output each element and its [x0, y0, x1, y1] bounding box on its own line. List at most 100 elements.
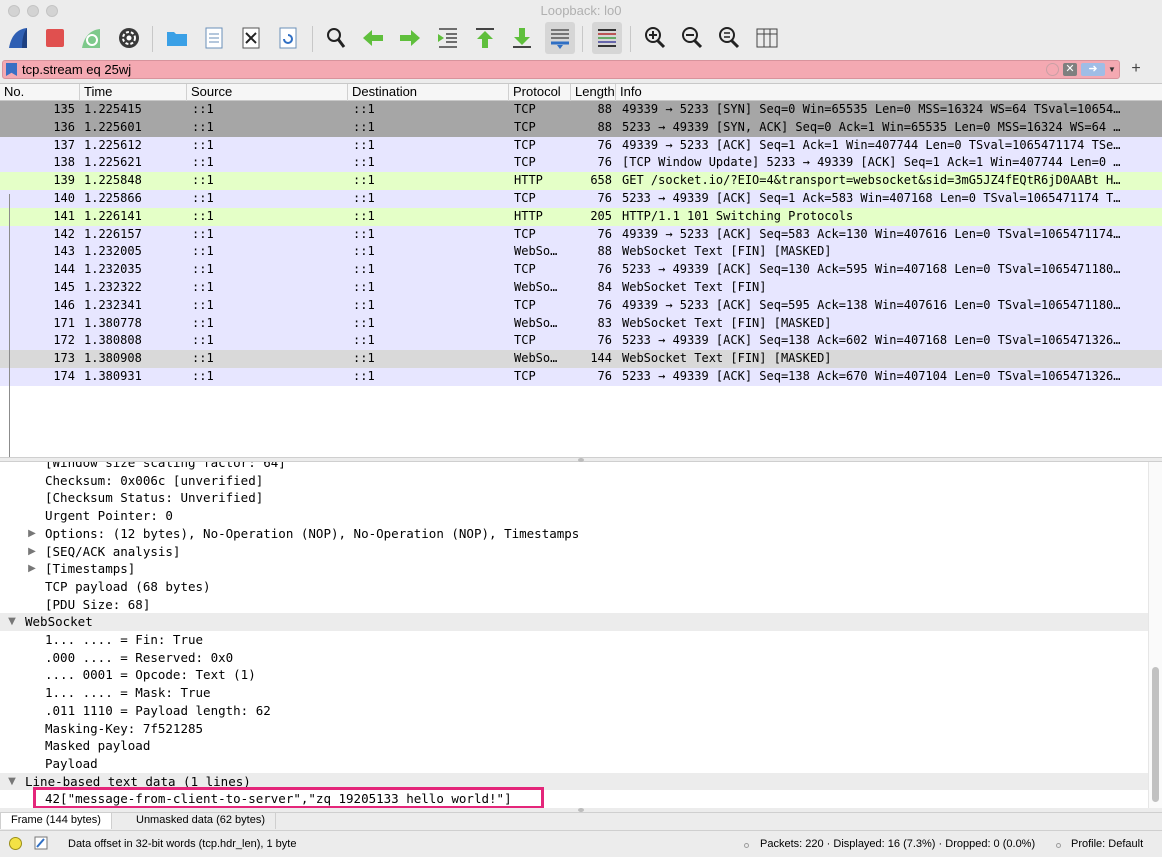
table-row[interactable]: 135 1.225415::1::1 TCP 88 49339 → 5233 [SYN]…	[0, 101, 1162, 119]
detail-field[interactable]: Checksum: 0x006c [unverified]	[0, 472, 1148, 490]
detail-field[interactable]: [PDU Size: 68]	[0, 596, 1148, 614]
go-back-icon[interactable]	[358, 22, 388, 54]
detail-field[interactable]: 1... .... = Mask: True	[0, 684, 1148, 702]
detail-field[interactable]: [Checksum Status: Unverified]	[0, 489, 1148, 507]
go-last-packet-icon[interactable]	[507, 22, 537, 54]
detail-field[interactable]: TCP payload (68 bytes)	[0, 578, 1148, 596]
expand-down-icon[interactable]: ▼	[6, 773, 18, 791]
column-header-destination[interactable]: Destination	[348, 84, 509, 101]
table-row[interactable]: 146 1.232341::1::1 TCP 76 49339 → 5233 [ACK]…	[0, 296, 1162, 315]
table-row[interactable]: 137 1.225612::1::1 TCP 76 49339 → 5233 [ACK]…	[0, 136, 1162, 155]
zoom-normal-icon[interactable]	[714, 22, 744, 54]
column-header-protocol[interactable]: Protocol	[509, 84, 571, 101]
go-to-packet-icon[interactable]	[433, 22, 463, 54]
resize-columns-icon[interactable]	[752, 22, 782, 54]
auto-scroll-icon[interactable]	[545, 22, 575, 54]
expand-right-icon[interactable]: ▶	[26, 525, 38, 543]
detail-field[interactable]: .000 .... = Reserved: 0x0	[0, 649, 1148, 667]
save-file-icon[interactable]	[199, 22, 229, 54]
detail-field[interactable]: Urgent Pointer: 0	[0, 507, 1148, 525]
table-row[interactable]: 143 1.232005::1::1 WebSo… 88 WebSocket Text …	[0, 243, 1162, 262]
reload-file-icon[interactable]	[273, 22, 303, 54]
column-header-length[interactable]: Length	[571, 84, 616, 101]
display-filter-input[interactable]: tcp.stream eq 25wj ✕ ➜ ▼	[2, 60, 1120, 79]
expand-down-icon[interactable]: ▼	[6, 613, 18, 631]
status-profile[interactable]: Profile: Default	[1071, 838, 1143, 850]
detail-section[interactable]: ▼ WebSocket	[0, 613, 1148, 631]
edit-comment-icon[interactable]	[34, 836, 48, 850]
cell-len: 658	[590, 173, 612, 188]
open-file-icon[interactable]	[162, 22, 192, 54]
table-row[interactable]: 139 1.225848::1::1 HTTP 658 GET /socket.io/?…	[0, 172, 1162, 190]
table-row[interactable]: 138 1.225621::1::1 TCP 76 [TCP Window Update…	[0, 154, 1162, 173]
cell-info: 49339 → 5233 [ACK] Seq=595 Ack=138 Win=4…	[622, 297, 1121, 312]
detail-field[interactable]: .... 0001 = Opcode: Text (1)	[0, 666, 1148, 684]
detail-field[interactable]: Payload	[0, 755, 1148, 773]
column-header-info[interactable]: Info	[616, 84, 1162, 101]
table-row[interactable]: 173 1.380908::1::1 WebSo… 144 WebSocket Text…	[0, 350, 1162, 368]
table-row[interactable]: 142 1.226157::1::1 TCP 76 49339 → 5233 [ACK]…	[0, 225, 1162, 244]
detail-field[interactable]: [Window size scaling factor: 64]	[0, 462, 1148, 472]
detail-text: [PDU Size: 68]	[45, 596, 151, 612]
cell-proto: TCP	[514, 155, 536, 170]
zoom-window-button[interactable]	[46, 5, 58, 17]
table-row[interactable]: 174 1.380931::1::1 TCP 76 5233 → 49339 [ACK]…	[0, 368, 1162, 386]
detail-text: Masked payload	[45, 738, 151, 754]
restart-capture-icon[interactable]	[76, 22, 106, 54]
cell-proto: TCP	[514, 297, 536, 312]
add-filter-button[interactable]: +	[1128, 59, 1144, 79]
detail-field[interactable]: .011 1110 = Payload length: 62	[0, 702, 1148, 720]
table-row[interactable]: 145 1.232322::1::1 WebSo… 84 WebSocket Text …	[0, 279, 1162, 297]
table-row[interactable]: 141 1.226141::1::1 HTTP 205 HTTP/1.1 101 Swi…	[0, 207, 1162, 226]
cell-time: 1.232341	[84, 297, 142, 312]
go-forward-icon[interactable]	[395, 22, 425, 54]
column-header-no[interactable]: No.	[0, 84, 80, 101]
cell-proto: TCP	[514, 191, 536, 205]
detail-text: .... 0001 = Opcode: Text (1)	[45, 667, 256, 683]
capture-options-icon[interactable]	[114, 22, 144, 54]
expert-info-icon[interactable]	[9, 837, 22, 850]
expand-right-icon[interactable]: ▶	[26, 543, 38, 561]
filter-text[interactable]: tcp.stream eq 25wj	[22, 62, 131, 78]
start-capture-icon[interactable]	[4, 22, 34, 54]
detail-field[interactable]: Masked payload	[0, 737, 1148, 755]
packet-list: No. Time Source Destination Protocol Len…	[0, 83, 1162, 457]
detail-field[interactable]: ▶ [SEQ/ACK analysis]	[0, 543, 1148, 561]
column-header-time[interactable]: Time	[80, 84, 187, 101]
detail-field[interactable]: Masking-Key: 7f521285	[0, 720, 1148, 738]
filter-history-dropdown-icon[interactable]: ▼	[1107, 63, 1117, 76]
zoom-in-icon[interactable]	[640, 22, 670, 54]
table-row[interactable]: 140 1.225866::1::1 TCP 76 5233 → 49339 [ACK]…	[0, 190, 1162, 208]
cell-dst: ::1	[353, 280, 375, 294]
cell-info: 49339 → 5233 [SYN] Seq=0 Win=65535 Len=0…	[622, 102, 1121, 116]
detail-field[interactable]: 1... .... = Fin: True	[0, 631, 1148, 649]
close-window-button[interactable]	[8, 5, 20, 17]
colorize-icon[interactable]	[592, 22, 622, 54]
table-row[interactable]: 136 1.225601::1::1 TCP 88 5233 → 49339 [SYN,…	[0, 118, 1162, 137]
column-header-source[interactable]: Source	[187, 84, 348, 101]
tab-frame-bytes[interactable]: Frame (144 bytes)	[0, 813, 112, 829]
table-row[interactable]: 172 1.380808::1::1 TCP 76 5233 → 49339 [ACK]…	[0, 332, 1162, 351]
details-scrollbar[interactable]	[1148, 462, 1162, 808]
apply-filter-icon[interactable]: ➜	[1081, 63, 1105, 76]
stop-capture-icon[interactable]	[40, 22, 70, 54]
close-file-icon[interactable]	[236, 22, 266, 54]
tab-unmasked-data[interactable]: Unmasked data (62 bytes)	[126, 813, 277, 829]
find-packet-icon[interactable]	[321, 22, 351, 54]
table-row[interactable]: 171 1.380778::1::1 WebSo… 83 WebSocket Text …	[0, 314, 1162, 333]
clear-filter-icon[interactable]: ✕	[1063, 63, 1077, 76]
detail-field[interactable]: ▶ [Timestamps]	[0, 560, 1148, 578]
expand-right-icon[interactable]: ▶	[26, 560, 38, 578]
minimize-window-button[interactable]	[27, 5, 39, 17]
zoom-out-icon[interactable]	[677, 22, 707, 54]
go-first-packet-icon[interactable]	[470, 22, 500, 54]
cell-time: 1.225601	[84, 119, 142, 134]
cell-proto: WebSo…	[514, 280, 558, 294]
detail-field[interactable]: ▶ Options: (12 bytes), No-Operation (NOP)…	[0, 525, 1148, 543]
table-row[interactable]: 144 1.232035::1::1 TCP 76 5233 → 49339 [ACK]…	[0, 261, 1162, 279]
cell-src: ::1	[192, 102, 214, 116]
scrollbar-thumb[interactable]	[1152, 667, 1159, 802]
packet-details: [Window size scaling factor: 64] Checksum…	[0, 462, 1162, 808]
cell-info: WebSocket Text [FIN] [MASKED]	[622, 244, 832, 259]
filter-bookmark-icon[interactable]	[6, 63, 17, 76]
